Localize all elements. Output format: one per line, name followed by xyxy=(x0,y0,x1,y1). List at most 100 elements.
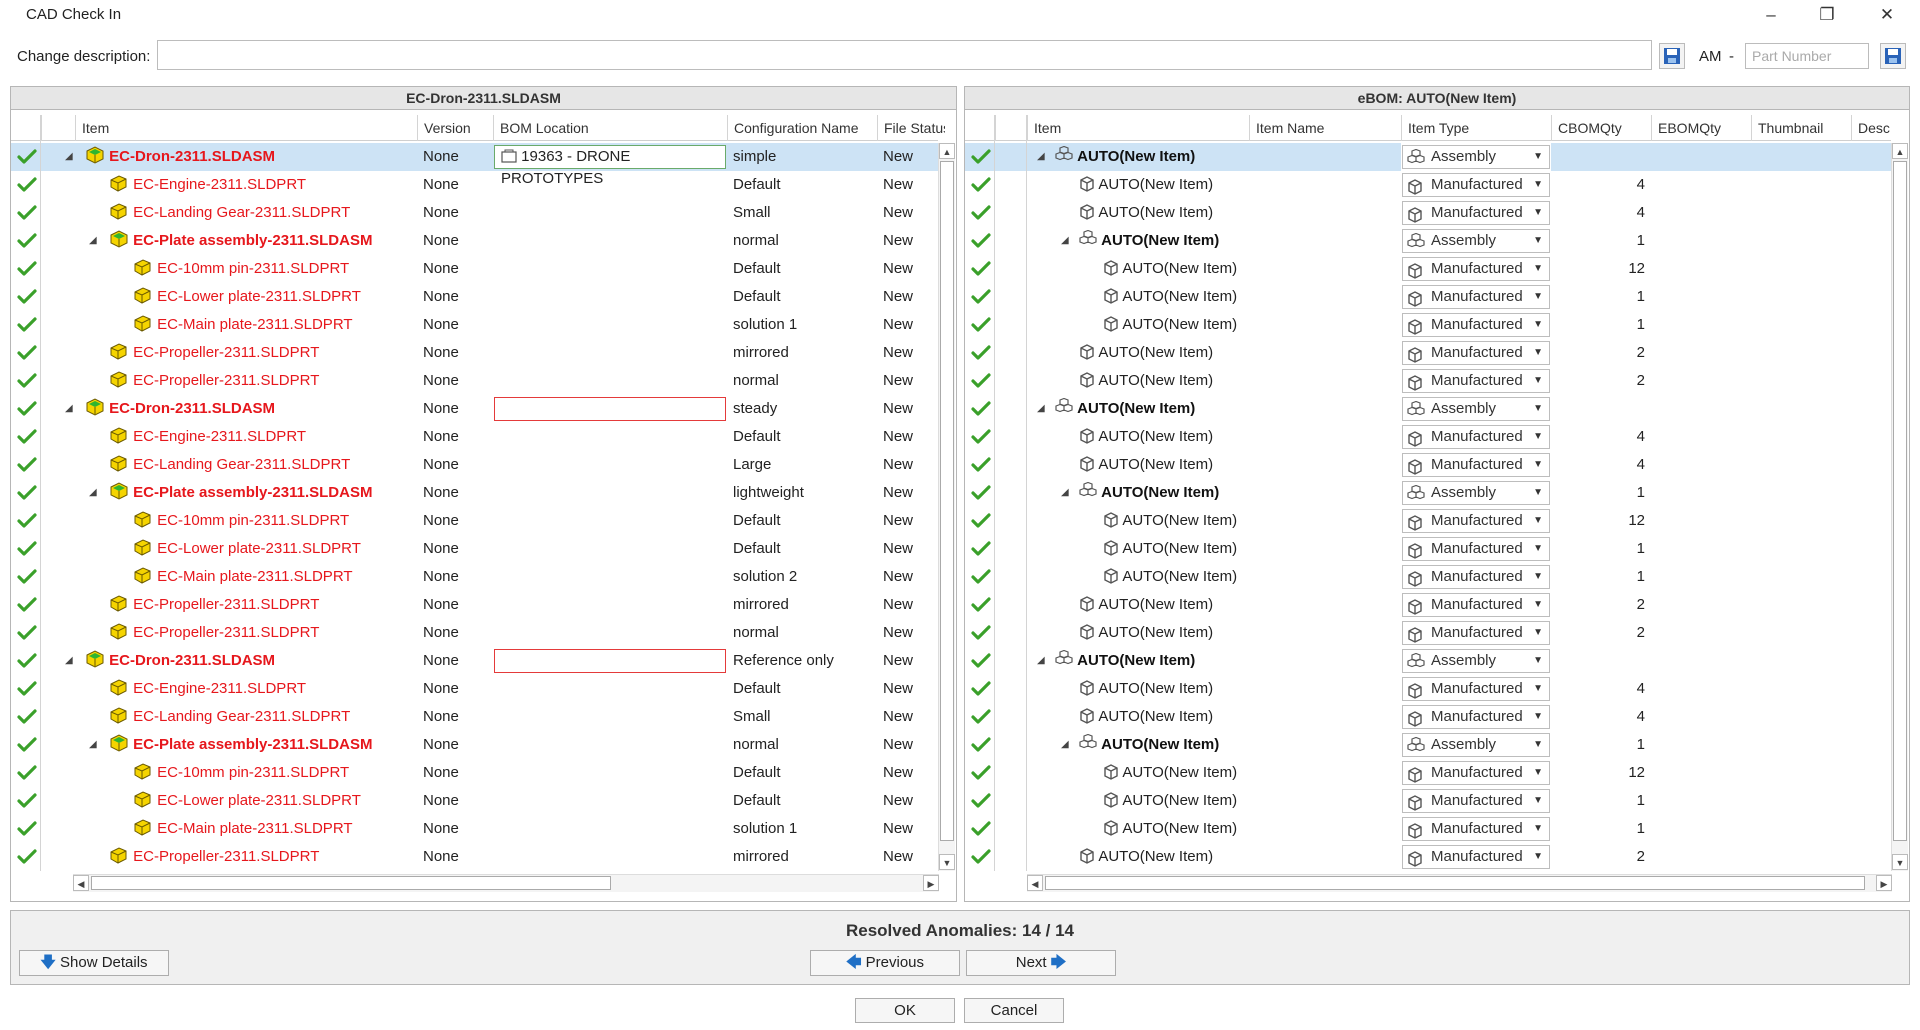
hscroll-thumb[interactable] xyxy=(91,876,611,890)
restore-icon[interactable]: ❐ xyxy=(1816,4,1838,26)
col-description[interactable]: Desc xyxy=(1851,115,1891,141)
table-row[interactable]: ◢ EC-Plate assembly-2311.SLDASM None norma… xyxy=(11,731,938,759)
expand-collapse-icon[interactable]: ◢ xyxy=(65,395,73,423)
expand-collapse-icon[interactable]: ◢ xyxy=(1037,647,1045,675)
part-number-input[interactable]: Part Number xyxy=(1745,43,1869,69)
item-type-dropdown[interactable]: Manufactured ▼ xyxy=(1402,341,1550,365)
show-details-button[interactable]: 🡇 Show Details xyxy=(19,950,169,976)
table-row[interactable]: EC-Propeller-2311.SLDPRT None mirrored New xyxy=(11,339,938,367)
table-row[interactable]: AUTO(New Item) Manufactured ▼ 2 xyxy=(965,619,1891,647)
table-row[interactable]: EC-Landing Gear-2311.SLDPRT None Small New xyxy=(11,703,938,731)
ok-button[interactable]: OK xyxy=(855,998,955,1023)
ebom-vertical-scrollbar[interactable]: ▲ ▼ xyxy=(1891,143,1908,871)
col-version[interactable]: Version xyxy=(417,115,493,141)
expand-collapse-icon[interactable]: ◢ xyxy=(1061,227,1069,255)
col-cbomqty[interactable]: CBOMQty xyxy=(1551,115,1651,141)
table-row[interactable]: AUTO(New Item) Manufactured ▼ 1 xyxy=(965,535,1891,563)
item-type-dropdown[interactable]: Manufactured ▼ xyxy=(1402,537,1550,561)
table-row[interactable]: EC-10mm pin-2311.SLDPRT None Default New xyxy=(11,255,938,283)
item-type-dropdown[interactable]: Manufactured ▼ xyxy=(1402,565,1550,589)
table-row[interactable]: ◢ EC-Plate assembly-2311.SLDASM None norma… xyxy=(11,227,938,255)
item-type-dropdown[interactable]: Manufactured ▼ xyxy=(1402,313,1550,337)
scroll-right-icon[interactable]: ▶ xyxy=(923,875,939,891)
item-type-dropdown[interactable]: Manufactured ▼ xyxy=(1402,789,1550,813)
expand-collapse-icon[interactable]: ◢ xyxy=(1037,143,1045,171)
table-row[interactable]: EC-Propeller-2311.SLDPRT None mirrored New xyxy=(11,843,938,871)
item-type-dropdown[interactable]: Assembly ▼ xyxy=(1402,481,1550,505)
col-configuration-name[interactable]: Configuration Name xyxy=(727,115,877,141)
table-row[interactable]: AUTO(New Item) Manufactured ▼ 4 xyxy=(965,423,1891,451)
item-type-dropdown[interactable]: Assembly ▼ xyxy=(1402,649,1550,673)
table-row[interactable]: ◢ AUTO(New Item) Assembly ▼ xyxy=(965,647,1891,675)
save-part-number-button[interactable] xyxy=(1880,43,1906,69)
table-row[interactable]: AUTO(New Item) Manufactured ▼ 2 xyxy=(965,591,1891,619)
item-type-dropdown[interactable]: Manufactured ▼ xyxy=(1402,509,1550,533)
table-row[interactable]: EC-10mm pin-2311.SLDPRT None Default New xyxy=(11,507,938,535)
expand-collapse-icon[interactable]: ◢ xyxy=(1037,395,1045,423)
cad-vertical-scrollbar[interactable]: ▲ ▼ xyxy=(938,143,955,871)
expand-collapse-icon[interactable]: ◢ xyxy=(89,227,97,255)
col-ebomqty[interactable]: EBOMQty xyxy=(1651,115,1751,141)
table-row[interactable]: EC-Landing Gear-2311.SLDPRT None Small New xyxy=(11,199,938,227)
scroll-right-icon[interactable]: ▶ xyxy=(1876,875,1892,891)
cancel-button[interactable]: Cancel xyxy=(964,998,1064,1023)
item-type-dropdown[interactable]: Manufactured ▼ xyxy=(1402,817,1550,841)
bom-location-field[interactable] xyxy=(494,649,726,673)
expand-collapse-icon[interactable]: ◢ xyxy=(65,647,73,675)
bom-location-field[interactable] xyxy=(494,397,726,421)
table-row[interactable]: AUTO(New Item) Manufactured ▼ 4 xyxy=(965,451,1891,479)
table-row[interactable]: EC-Main plate-2311.SLDPRT None solution 1 N… xyxy=(11,311,938,339)
expand-collapse-icon[interactable]: ◢ xyxy=(89,731,97,759)
table-row[interactable]: EC-Engine-2311.SLDPRT None Default New xyxy=(11,171,938,199)
table-row[interactable]: AUTO(New Item) Manufactured ▼ 2 xyxy=(965,339,1891,367)
table-row[interactable]: AUTO(New Item) Manufactured ▼ 1 xyxy=(965,311,1891,339)
col-item[interactable]: Item xyxy=(75,115,417,141)
table-row[interactable]: EC-Landing Gear-2311.SLDPRT None Large New xyxy=(11,451,938,479)
expand-collapse-icon[interactable]: ◢ xyxy=(1061,731,1069,759)
table-row[interactable]: EC-Engine-2311.SLDPRT None Default New xyxy=(11,423,938,451)
col-item-name[interactable]: Item Name xyxy=(1249,115,1401,141)
table-row[interactable]: ◢ AUTO(New Item) Assembly ▼ xyxy=(965,395,1891,423)
scroll-down-icon[interactable]: ▼ xyxy=(1892,854,1908,870)
minimize-icon[interactable]: – xyxy=(1760,4,1782,26)
expand-collapse-icon[interactable]: ◢ xyxy=(65,143,73,171)
scroll-left-icon[interactable]: ◀ xyxy=(1027,875,1043,891)
table-row[interactable]: ◢ AUTO(New Item) Assembly ▼ 1 xyxy=(965,227,1891,255)
table-row[interactable]: EC-Main plate-2311.SLDPRT None solution 1 N… xyxy=(11,815,938,843)
scroll-left-icon[interactable]: ◀ xyxy=(73,875,89,891)
previous-button[interactable]: 🡄 Previous xyxy=(810,950,960,976)
item-type-dropdown[interactable]: Manufactured ▼ xyxy=(1402,425,1550,449)
scroll-up-icon[interactable]: ▲ xyxy=(1892,143,1908,159)
table-row[interactable]: ◢ AUTO(New Item) Assembly ▼ 1 xyxy=(965,479,1891,507)
table-row[interactable]: AUTO(New Item) Manufactured ▼ 12 xyxy=(965,507,1891,535)
expand-collapse-icon[interactable]: ◢ xyxy=(89,479,97,507)
col-item-type[interactable]: Item Type xyxy=(1401,115,1551,141)
item-type-dropdown[interactable]: Manufactured ▼ xyxy=(1402,257,1550,281)
item-type-dropdown[interactable]: Manufactured ▼ xyxy=(1402,761,1550,785)
table-row[interactable]: AUTO(New Item) Manufactured ▼ 4 xyxy=(965,703,1891,731)
table-row[interactable]: EC-Main plate-2311.SLDPRT None solution 2 N… xyxy=(11,563,938,591)
item-type-dropdown[interactable]: Manufactured ▼ xyxy=(1402,845,1550,869)
table-row[interactable]: ◢ EC-Dron-2311.SLDASM None Reference only N… xyxy=(11,647,938,675)
table-row[interactable]: EC-Engine-2311.SLDPRT None Default New xyxy=(11,675,938,703)
item-type-dropdown[interactable]: Manufactured ▼ xyxy=(1402,285,1550,309)
item-type-dropdown[interactable]: Assembly ▼ xyxy=(1402,397,1550,421)
table-row[interactable]: EC-Lower plate-2311.SLDPRT None Default New xyxy=(11,535,938,563)
table-row[interactable]: AUTO(New Item) Manufactured ▼ 12 xyxy=(965,255,1891,283)
item-type-dropdown[interactable]: Assembly ▼ xyxy=(1402,733,1550,757)
table-row[interactable]: ◢ EC-Dron-2311.SLDASM None steady New xyxy=(11,395,938,423)
item-type-dropdown[interactable]: Manufactured ▼ xyxy=(1402,705,1550,729)
table-row[interactable]: AUTO(New Item) Manufactured ▼ 1 xyxy=(965,283,1891,311)
table-row[interactable]: AUTO(New Item) Manufactured ▼ 12 xyxy=(965,759,1891,787)
change-description-input[interactable] xyxy=(157,40,1652,70)
item-type-dropdown[interactable]: Manufactured ▼ xyxy=(1402,201,1550,225)
item-type-dropdown[interactable]: Manufactured ▼ xyxy=(1402,677,1550,701)
table-row[interactable]: EC-Propeller-2311.SLDPRT None normal New xyxy=(11,619,938,647)
save-description-button[interactable] xyxy=(1659,43,1685,69)
item-type-dropdown[interactable]: Manufactured ▼ xyxy=(1402,593,1550,617)
table-row[interactable]: AUTO(New Item) Manufactured ▼ 4 xyxy=(965,199,1891,227)
hscroll-thumb[interactable] xyxy=(1045,876,1865,890)
col-thumbnail[interactable]: Thumbnail xyxy=(1751,115,1851,141)
cad-horizontal-scrollbar[interactable]: ◀ ▶ xyxy=(73,874,939,892)
item-type-dropdown[interactable]: Manufactured ▼ xyxy=(1402,621,1550,645)
